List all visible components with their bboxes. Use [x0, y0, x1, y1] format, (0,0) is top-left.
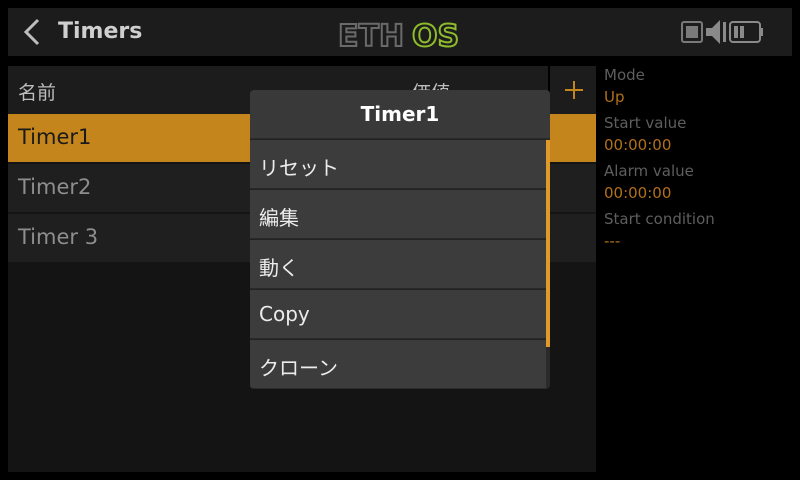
ethos-logo: ETH OS	[338, 18, 460, 54]
alarm-value: 00:00:00	[604, 184, 672, 202]
alarm-value-label: Alarm value	[604, 162, 694, 180]
menu-item-clone[interactable]: クローン	[250, 339, 546, 388]
column-name-header: 名前	[18, 82, 57, 104]
start-value-label: Start value	[604, 114, 687, 132]
sd-card-icon	[681, 21, 703, 43]
add-timer-button[interactable]	[548, 66, 596, 114]
menu-item-label: 編集	[259, 206, 299, 230]
menu-item-label: 動く	[259, 256, 299, 280]
start-condition-label: Start condition	[604, 210, 715, 228]
menu-item-copy[interactable]: Copy	[250, 289, 546, 338]
top-bar: Timers ETH OS	[8, 8, 792, 56]
timer-row-label: Timer 3	[18, 225, 99, 249]
back-icon	[23, 18, 40, 46]
menu-item-move[interactable]: 動く	[250, 239, 546, 288]
mode-value: Up	[604, 88, 625, 106]
menu-title: Timer1	[250, 90, 550, 138]
menu-item-reset[interactable]: リセット	[250, 139, 546, 188]
start-value: 00:00:00	[604, 136, 672, 154]
mode-label: Mode	[604, 66, 645, 84]
logo-text-left: ETH	[338, 19, 404, 54]
timer-row-label: Timer1	[18, 125, 92, 149]
timer-context-menu: Timer1 リセット 編集 動く Copy クローン	[250, 90, 550, 389]
menu-item-label: クローン	[259, 356, 338, 380]
page-title: Timers	[58, 19, 143, 44]
timer-details-panel: Mode Up Start value 00:00:00 Alarm value…	[596, 66, 792, 472]
logo-text-right: OS	[412, 19, 459, 54]
back-button[interactable]	[8, 8, 56, 56]
start-condition-value: ---	[604, 232, 621, 250]
menu-item-edit[interactable]: 編集	[250, 189, 546, 238]
add-icon	[565, 81, 583, 99]
menu-scrollbar[interactable]	[546, 140, 550, 347]
menu-item-label: Copy	[259, 302, 310, 326]
battery-icon	[729, 21, 763, 43]
speaker-icon	[706, 20, 726, 44]
timer-row-label: Timer2	[18, 175, 92, 199]
menu-item-label: リセット	[259, 156, 339, 180]
status-icons	[680, 8, 792, 56]
